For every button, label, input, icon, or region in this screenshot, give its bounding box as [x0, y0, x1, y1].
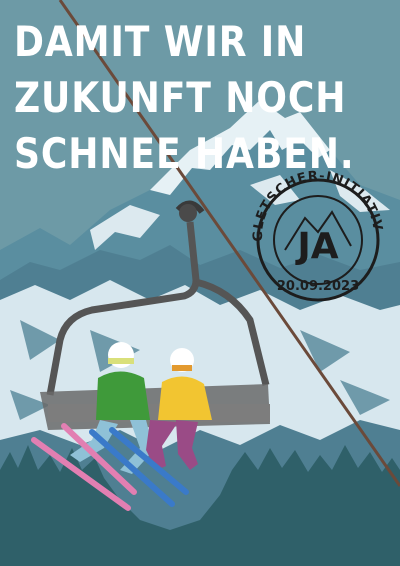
poster: GLETSCHER-INITIATIVE JA 20.09.2023 DAMIT… — [0, 0, 400, 566]
headline-line-2: ZUKUNFT NOCH — [14, 73, 347, 122]
stamp-date: 20.09.2023 — [277, 279, 359, 294]
headline: DAMIT WIR IN ZUKUNFT NOCH SCHNEE HABEN. — [14, 14, 355, 182]
headline-line-3: SCHNEE HABEN. — [14, 129, 355, 178]
headline-line-1: DAMIT WIR IN — [14, 17, 307, 66]
stamp-vote-text: JA — [294, 226, 338, 267]
